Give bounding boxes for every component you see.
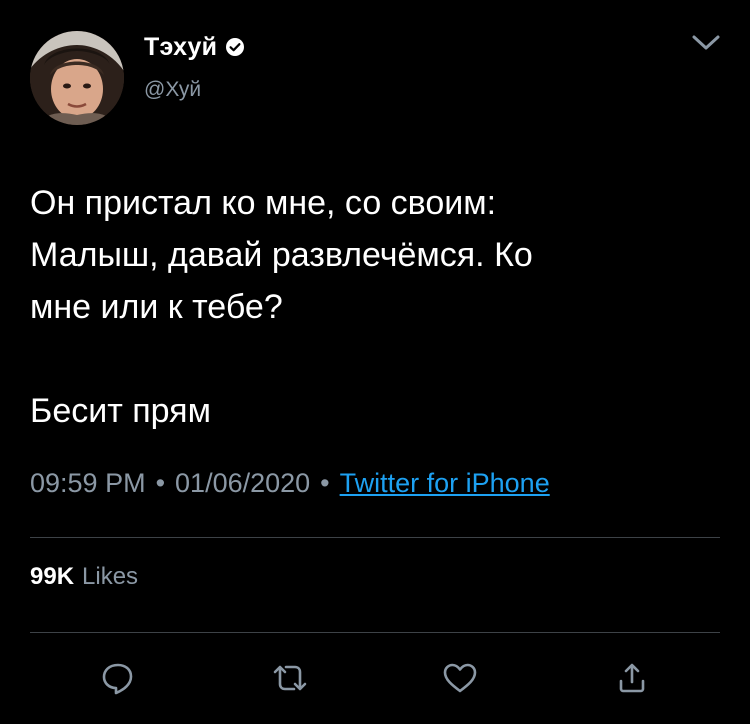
- author-handle[interactable]: @Хуй: [144, 78, 201, 102]
- author-display-name[interactable]: Тэхуй: [144, 33, 217, 62]
- tweet-time: 09:59 PM: [30, 468, 146, 498]
- reply-icon: [102, 663, 133, 695]
- chevron-down-icon[interactable]: [686, 28, 726, 56]
- tweet-date: 01/06/2020: [175, 468, 311, 498]
- like-button[interactable]: [438, 656, 482, 700]
- share-button[interactable]: [610, 656, 654, 700]
- divider: [30, 632, 720, 633]
- likes-count: 99K: [30, 563, 75, 590]
- author-name-row[interactable]: Тэхуй: [144, 32, 245, 62]
- avatar-image: [30, 31, 124, 125]
- likes-label: Likes: [82, 563, 139, 590]
- tweet-text: Он пристал ко мне, со своим: Малыш, дава…: [30, 184, 533, 430]
- meta-separator: •: [320, 468, 330, 498]
- retweet-icon: [273, 665, 307, 691]
- likes-stat[interactable]: 99K Likes: [30, 563, 138, 591]
- divider: [30, 537, 720, 538]
- retweet-button[interactable]: [268, 656, 312, 700]
- share-icon: [619, 663, 645, 693]
- meta-separator: •: [155, 468, 166, 498]
- reply-button[interactable]: [96, 656, 140, 700]
- verified-badge-icon: [225, 37, 245, 57]
- heart-icon: [443, 663, 477, 693]
- tweet-meta: 09:59 PM • 01/06/2020 • Twitter for iPho…: [30, 468, 550, 499]
- tweet-source-link[interactable]: Twitter for iPhone: [340, 468, 550, 499]
- avatar[interactable]: [30, 31, 124, 125]
